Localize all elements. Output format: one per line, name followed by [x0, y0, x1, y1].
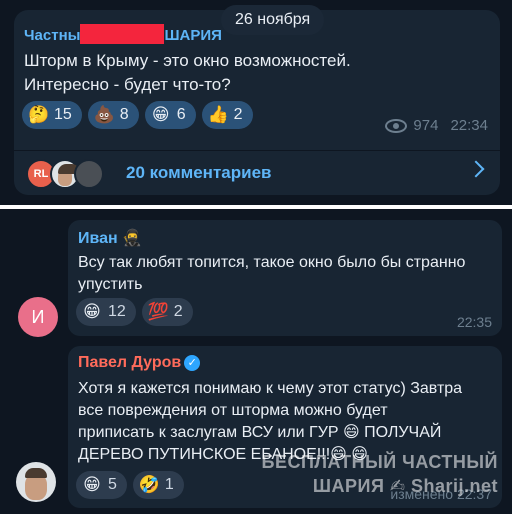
grinning-face-icon: 😁 [83, 475, 101, 494]
reaction-grinning[interactable]: 😁 5 [76, 471, 127, 499]
reaction-hundred[interactable]: 💯 2 [141, 298, 193, 326]
reaction-grinning[interactable]: 😁 12 [76, 298, 136, 326]
thinking-face-icon: 🤔 [28, 105, 50, 124]
hundred-points-icon: 💯 [147, 302, 169, 321]
view-count: 974 [413, 117, 439, 134]
channel-post[interactable]: Частны ШАРИЯ Шторм в Крыму - это окно воз… [14, 10, 500, 195]
channel-name-start: Частны [24, 27, 81, 44]
avatar[interactable] [16, 462, 56, 502]
avatar[interactable]: И [18, 297, 58, 337]
comment-author[interactable]: Павел Дуров ✓ [78, 354, 201, 372]
reaction-count: 12 [108, 303, 126, 320]
verified-icon: ✓ [184, 355, 201, 371]
post-text: Шторм в Крыму - это окно возможностей. И… [24, 51, 351, 94]
comment-author[interactable]: Иван 🥷 [78, 228, 142, 248]
comment-time: 22:35 [456, 314, 492, 330]
reaction-count: 5 [108, 476, 117, 493]
date-badge: 26 ноября [221, 5, 325, 35]
reaction-count: 6 [176, 106, 186, 123]
channel-post-area: Частны ШАРИЯ Шторм в Крыму - это окно воз… [0, 0, 512, 205]
comment-bubble[interactable]: Иван 🥷 Всу так любят топится, такое окно… [68, 220, 502, 336]
eye-icon [385, 118, 408, 133]
rolling-laughing-icon: 🤣 [138, 475, 161, 494]
comment-reactions: 😁 5 🤣 1 [76, 471, 184, 499]
redaction-bar [80, 24, 165, 44]
reaction-grinning[interactable]: 😁 6 [144, 101, 196, 129]
poop-icon: 💩 [93, 105, 115, 124]
reaction-poop[interactable]: 💩 8 [87, 101, 139, 129]
reaction-count: 2 [173, 303, 183, 320]
reaction-count: 15 [54, 106, 72, 123]
channel-name-end: ШАРИЯ [164, 27, 222, 44]
comments-count-label: 20 комментариев [126, 163, 272, 182]
watermark-line-1: БЕСПЛАТНЫЙ ЧАСТНЫЙ [261, 452, 498, 472]
reaction-thinking[interactable]: 🤔 15 [22, 101, 82, 129]
channel-name[interactable]: Частны ШАРИЯ [24, 24, 222, 44]
reaction-thumbs-up[interactable]: 👍 2 [201, 101, 253, 129]
comment-author-name: Павел Дуров [78, 354, 182, 371]
commenter-avatars: RL [26, 159, 116, 189]
avatar [74, 159, 104, 189]
comments-button[interactable]: RL 20 комментариев [14, 151, 500, 195]
grinning-face-icon: 😁 [83, 302, 101, 321]
comments-list: И Иван 🥷 Всу так любят топится, такое ок… [0, 209, 512, 514]
grinning-face-icon: 😁 [151, 105, 170, 124]
chevron-right-icon [467, 160, 485, 178]
watermark-line-2: ШАРИЯ ✍ Sharij.net [312, 476, 498, 496]
thumbs-up-icon: 👍 [207, 105, 229, 124]
post-time: 22:34 [450, 117, 488, 134]
post-meta: 974 22:34 [385, 117, 488, 134]
person-icon [25, 468, 47, 500]
reaction-rolling-laughing[interactable]: 🤣 1 [132, 471, 184, 499]
post-reactions: 🤔 15 💩 8 😁 6 👍 2 [22, 101, 253, 129]
reaction-count: 8 [119, 106, 129, 123]
reaction-count: 1 [164, 476, 174, 493]
comment-text: Всу так любят топится, такое окно было б… [78, 254, 466, 293]
comment-reactions: 😁 12 💯 2 [76, 298, 193, 326]
reaction-count: 2 [233, 106, 243, 123]
